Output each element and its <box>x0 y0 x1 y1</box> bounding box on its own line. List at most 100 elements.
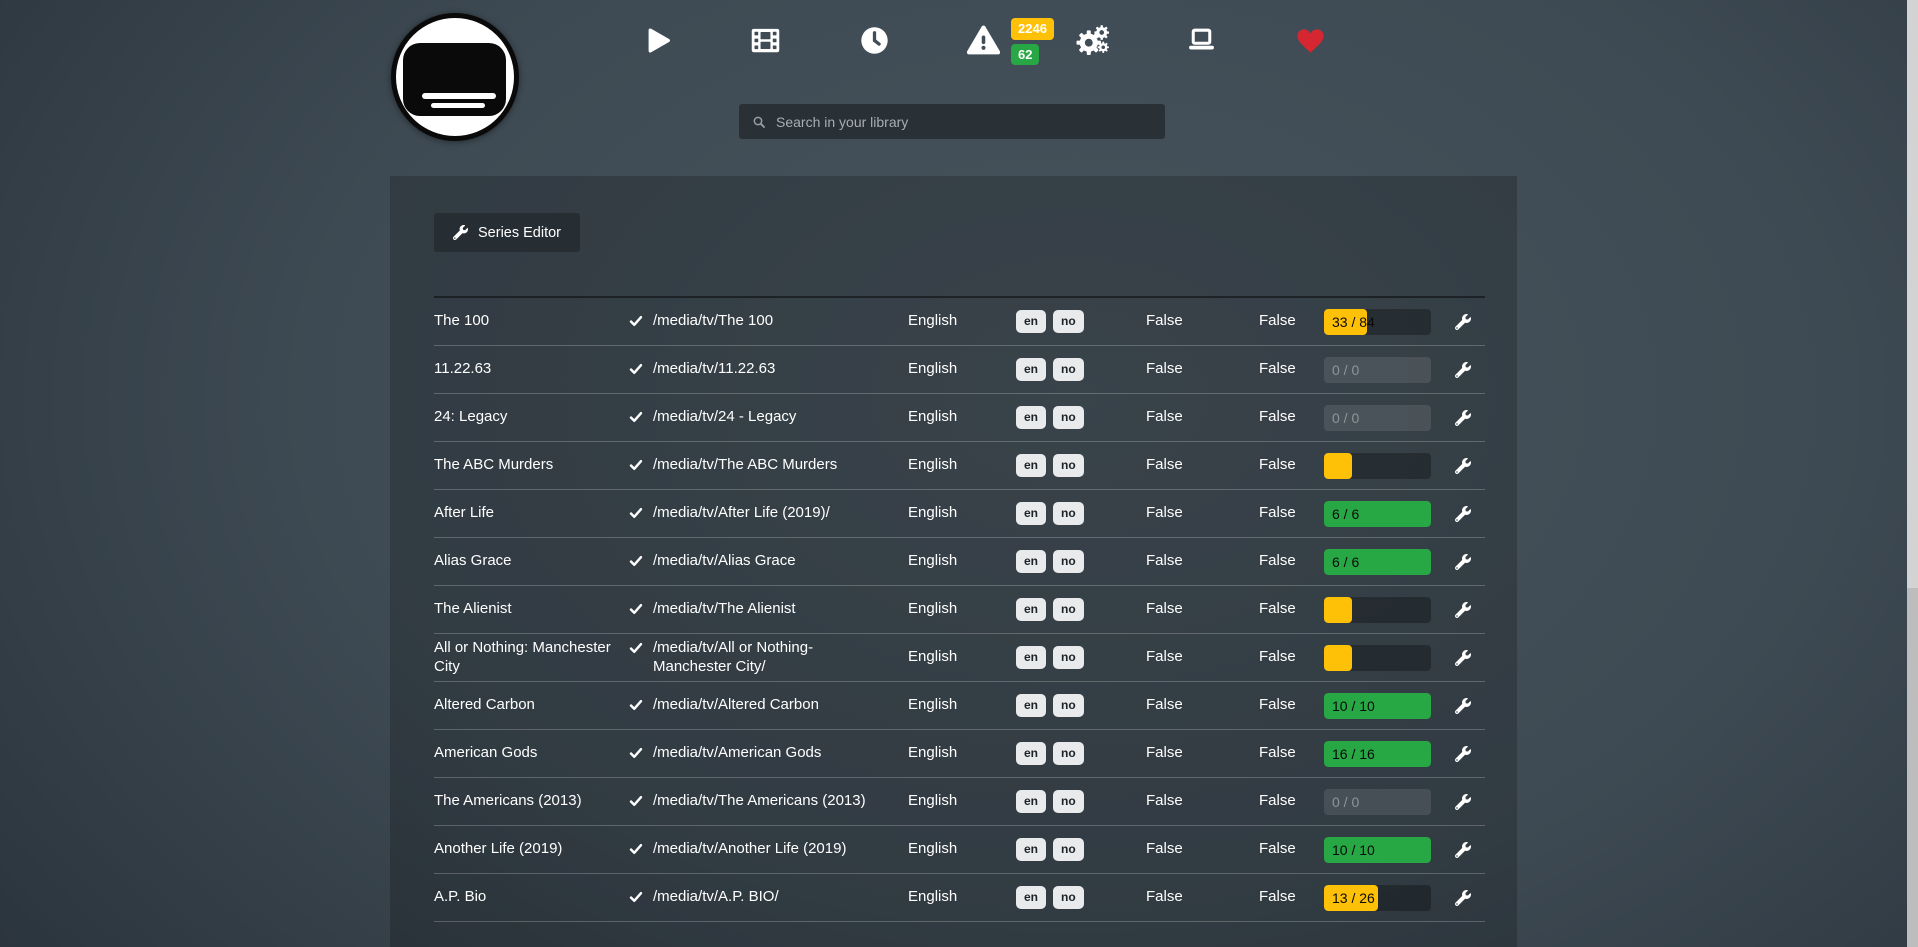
series-path: /media/tv/American Gods <box>629 744 908 763</box>
forced-value: False <box>1259 744 1324 763</box>
subtitles-progress-bar: 0 / 0 <box>1324 357 1431 383</box>
hearing-impaired-value: False <box>1146 744 1259 763</box>
check-icon <box>629 794 643 808</box>
edit-series-wrench-button[interactable] <box>1455 552 1471 572</box>
bazarr-logo[interactable] <box>391 13 519 141</box>
series-name[interactable]: After Life <box>434 504 629 523</box>
audio-language: English <box>908 456 1016 475</box>
subtitle-language-badge: en <box>1016 502 1046 525</box>
series-path: /media/tv/11.22.63 <box>629 360 908 379</box>
edit-series-wrench-button[interactable] <box>1455 504 1471 524</box>
series-path: /media/tv/A.P. BIO/ <box>629 888 908 907</box>
forced-value: False <box>1259 456 1324 475</box>
edit-series-wrench-button[interactable] <box>1455 696 1471 716</box>
series-name[interactable]: The Americans (2013) <box>434 792 629 811</box>
nav-item-series[interactable] <box>602 20 711 62</box>
edit-series-wrench-button[interactable] <box>1455 888 1471 908</box>
subtitle-language-badge: no <box>1053 358 1084 381</box>
series-name[interactable]: A.P. Bio <box>434 888 629 907</box>
edit-series-wrench-button[interactable] <box>1455 744 1471 764</box>
edit-series-wrench-button[interactable] <box>1455 312 1471 332</box>
series-name[interactable]: Another Life (2019) <box>434 840 629 859</box>
series-name[interactable]: Altered Carbon <box>434 696 629 715</box>
nav-item-wanted[interactable]: 224662 <box>929 20 1038 62</box>
laptop-icon <box>1185 24 1218 57</box>
nav-item-movies[interactable] <box>711 20 820 62</box>
warning-triangle-icon <box>967 24 1000 57</box>
forced-value: False <box>1259 312 1324 331</box>
edit-series-wrench-button[interactable] <box>1455 600 1471 620</box>
series-name[interactable]: The Alienist <box>434 600 629 619</box>
tools-cell <box>1455 792 1485 812</box>
table-row: 11.22.63/media/tv/11.22.63EnglishennoFal… <box>434 346 1485 394</box>
audio-language: English <box>908 360 1016 379</box>
series-path-text: /media/tv/The ABC Murders <box>653 456 837 475</box>
edit-series-wrench-button[interactable] <box>1455 792 1471 812</box>
edit-series-wrench-button[interactable] <box>1455 360 1471 380</box>
subtitles-progress-label: 0 / 0 <box>1332 357 1359 383</box>
tools-cell <box>1455 600 1485 620</box>
series-path-text: /media/tv/American Gods <box>653 744 821 763</box>
nav-item-settings[interactable] <box>1038 20 1147 62</box>
logo-subtitle-line <box>431 103 485 108</box>
subtitles-cell: 10 / 10 <box>1324 837 1455 863</box>
check-icon <box>629 890 643 904</box>
nav-item-system[interactable] <box>1147 20 1256 62</box>
subtitles-progress-label: 0 / 0 <box>1332 789 1359 815</box>
series-name[interactable]: 11.22.63 <box>434 360 629 379</box>
subtitle-languages: enno <box>1016 694 1146 717</box>
search-bar <box>739 104 1165 139</box>
hearing-impaired-value: False <box>1146 888 1259 907</box>
app-page: 224662 Series Editor The 100/media/tv/Th… <box>0 0 1907 947</box>
scrollbar-thumb[interactable] <box>1907 0 1918 588</box>
hearing-impaired-value: False <box>1146 792 1259 811</box>
tools-cell <box>1455 744 1485 764</box>
series-editor-button[interactable]: Series Editor <box>434 213 580 252</box>
gears-icon <box>1076 24 1109 57</box>
series-path-text: /media/tv/11.22.63 <box>653 360 775 379</box>
edit-series-wrench-button[interactable] <box>1455 648 1471 668</box>
series-path: /media/tv/The Alienist <box>629 600 908 619</box>
subtitle-language-badge: en <box>1016 646 1046 669</box>
subtitle-language-badge: en <box>1016 550 1046 573</box>
subtitles-cell: 0 / 0 <box>1324 357 1455 383</box>
audio-language: English <box>908 840 1016 859</box>
table-row: The Alienist/media/tv/The AlienistEnglis… <box>434 586 1485 634</box>
subtitles-progress-bar: 0 / 0 <box>1324 405 1431 431</box>
subtitles-cell <box>1324 453 1455 479</box>
table-row: Altered Carbon/media/tv/Altered CarbonEn… <box>434 682 1485 730</box>
series-name[interactable]: American Gods <box>434 744 629 763</box>
subtitles-progress-bar <box>1324 597 1431 623</box>
subtitles-progress-label: 13 / 26 <box>1332 885 1375 911</box>
page-scrollbar[interactable] <box>1907 0 1918 947</box>
forced-value: False <box>1259 840 1324 859</box>
series-path: /media/tv/24 - Legacy <box>629 408 908 427</box>
subtitle-languages: enno <box>1016 358 1146 381</box>
forced-value: False <box>1259 792 1324 811</box>
subtitle-language-badge: no <box>1053 598 1084 621</box>
subtitle-language-badge: no <box>1053 742 1084 765</box>
nav-item-donate[interactable] <box>1256 20 1365 62</box>
series-name[interactable]: Alias Grace <box>434 552 629 571</box>
hearing-impaired-value: False <box>1146 840 1259 859</box>
series-path-text: /media/tv/After Life (2019)/ <box>653 504 830 523</box>
forced-value: False <box>1259 552 1324 571</box>
series-name[interactable]: The ABC Murders <box>434 456 629 475</box>
series-name[interactable]: 24: Legacy <box>434 408 629 427</box>
edit-series-wrench-button[interactable] <box>1455 408 1471 428</box>
subtitle-language-badge: no <box>1053 646 1084 669</box>
subtitles-progress-bar: 33 / 84 <box>1324 309 1431 335</box>
subtitles-progress-label: 33 / 84 <box>1332 309 1375 335</box>
subtitles-cell <box>1324 645 1455 671</box>
subtitles-progress-bar: 10 / 10 <box>1324 693 1431 719</box>
series-name[interactable]: The 100 <box>434 312 629 331</box>
hearing-impaired-value: False <box>1146 600 1259 619</box>
edit-series-wrench-button[interactable] <box>1455 840 1471 860</box>
series-editor-panel: Series Editor The 100/media/tv/The 100En… <box>390 176 1517 947</box>
series-path: /media/tv/After Life (2019)/ <box>629 504 908 523</box>
nav-item-history[interactable] <box>820 20 929 62</box>
edit-series-wrench-button[interactable] <box>1455 456 1471 476</box>
search-input[interactable] <box>776 114 1153 130</box>
clock-icon <box>858 24 891 57</box>
series-name[interactable]: All or Nothing: Manchester City <box>434 639 629 677</box>
